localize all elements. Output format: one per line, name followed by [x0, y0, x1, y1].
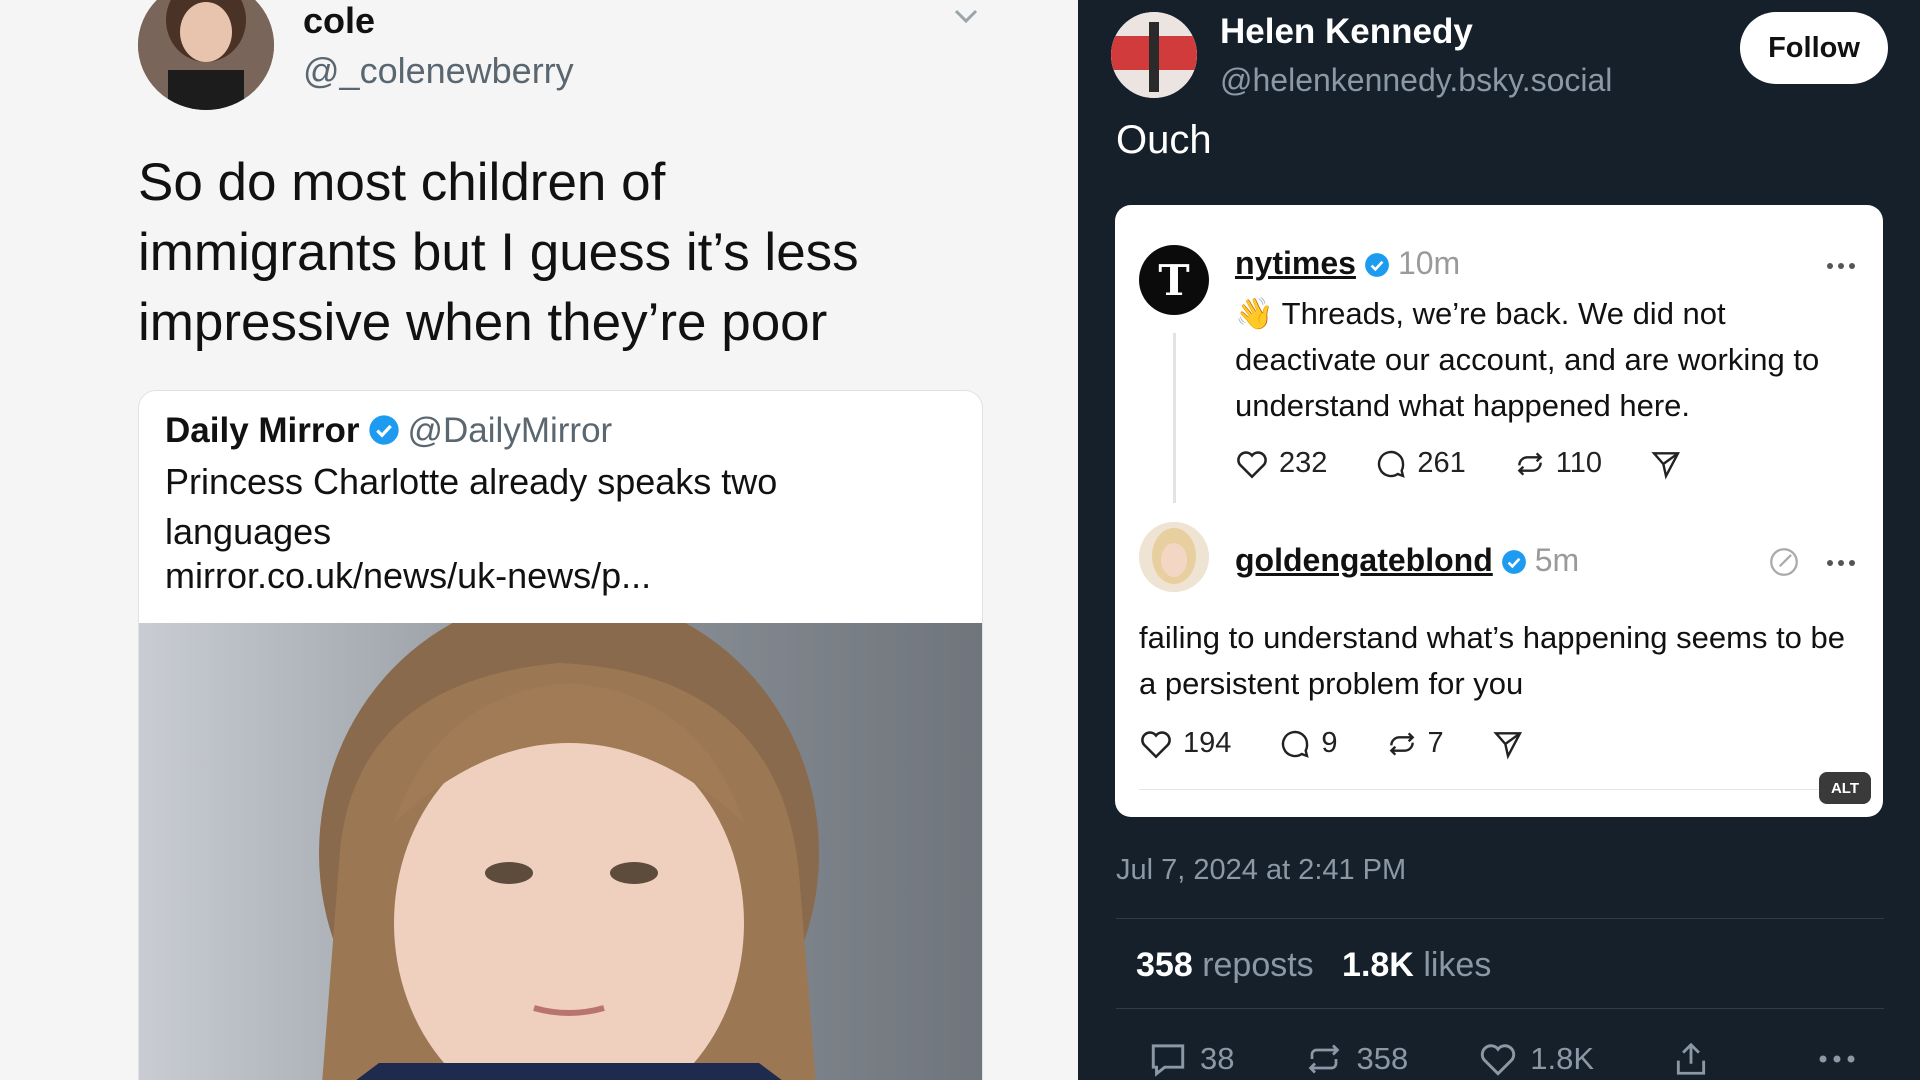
post-action-bar: 38 358 1.8K [1148, 1040, 1868, 1078]
post1-share [1650, 448, 1692, 480]
reposts-count[interactable]: 358 [1136, 946, 1193, 984]
waving-hand-emoji: 👋 [1235, 296, 1274, 331]
post2-repost: 7 [1386, 727, 1444, 760]
heart-icon [1237, 450, 1267, 479]
post2-repost-count: 7 [1427, 727, 1444, 759]
post1-like: 232 [1235, 447, 1327, 480]
like-count: 1.8K [1530, 1041, 1594, 1076]
tweet-text: So do most children of immigrants but I … [138, 153, 859, 352]
chevron-down-icon[interactable] [952, 2, 980, 30]
quoted-tweet-link[interactable]: mirror.co.uk/news/uk-news/p... [165, 555, 651, 597]
reply-count: 38 [1200, 1041, 1235, 1076]
post2-reply-count: 9 [1321, 727, 1338, 759]
post2-text: failing to understand what’s happening s… [1139, 620, 1846, 701]
post2-share [1492, 728, 1534, 760]
share-icon [1493, 731, 1522, 759]
quoted-tweet-photo[interactable] [139, 623, 982, 1080]
tweet-author-handle[interactable]: @_colenewberry [303, 50, 574, 92]
post1-time: 10m [1397, 245, 1461, 281]
post-text: Ouch [1116, 118, 1212, 162]
post-stats: 358 reposts 1.8K likes [1136, 946, 1491, 985]
verified-badge-icon [1501, 550, 1526, 574]
post1-reply-count: 261 [1417, 447, 1466, 479]
reposts-label[interactable]: reposts [1202, 946, 1314, 984]
likes-label[interactable]: likes [1423, 946, 1491, 984]
post-timestamp: Jul 7, 2024 at 2:41 PM [1116, 854, 1407, 886]
post1-repost-count: 110 [1555, 447, 1603, 479]
quoted-tweet-header: Daily Mirror @DailyMirror [165, 411, 612, 451]
post2-like: 194 [1139, 727, 1231, 760]
post1-reply: 261 [1375, 447, 1466, 480]
quoted-tweet-text: Princess Charlotte already speaks two la… [165, 461, 778, 552]
twitter-screenshot: cole @_colenewberry So do most children … [0, 0, 1078, 1080]
post1-body: Threads, we’re back. We did not deactiva… [1235, 296, 1820, 423]
tweet-author-name[interactable]: cole [303, 0, 375, 42]
post2-username: goldengateblond [1235, 542, 1493, 578]
post-author-handle[interactable]: @helenkennedy.bsky.social [1220, 62, 1612, 99]
follow-button[interactable]: Follow [1740, 12, 1888, 84]
quoted-author-name: Daily Mirror [165, 411, 360, 450]
post2-reply: 9 [1279, 727, 1338, 760]
comment-icon [1378, 450, 1406, 478]
stats-divider-top [1116, 918, 1884, 919]
comment-icon [1151, 1044, 1185, 1077]
post2-like-count: 194 [1183, 727, 1232, 759]
more-icon [1819, 1055, 1855, 1063]
edit-icon [1770, 548, 1798, 576]
more-options-button[interactable] [1818, 1054, 1868, 1064]
stats-divider-bottom [1116, 1008, 1884, 1009]
post2-actions: 194 9 7 [1139, 727, 1582, 760]
cole-avatar[interactable] [138, 0, 274, 110]
post-author-name[interactable]: Helen Kennedy [1220, 12, 1473, 52]
verified-badge-icon [368, 415, 399, 445]
quoted-tweet[interactable]: Daily Mirror @DailyMirror Princess Charlo… [138, 390, 983, 1080]
goldengateblond-avatar [1139, 522, 1209, 592]
post1-repost: 110 [1514, 447, 1602, 480]
embedded-threads-screenshot[interactable]: T nytimes 10m 👋 Threads, we’re back. We d… [1115, 205, 1883, 817]
post1-actions: 232 261 110 [1235, 447, 1740, 480]
share-icon [1651, 451, 1681, 479]
like-button[interactable]: 1.8K [1478, 1041, 1594, 1077]
quoted-author-handle: @DailyMirror [407, 411, 613, 450]
threads-post1-header: nytimes 10m [1235, 245, 1460, 282]
comment-icon [1282, 730, 1310, 758]
heart-icon [1481, 1044, 1516, 1076]
bluesky-post: Helen Kennedy @helenkennedy.bsky.social … [1078, 0, 1920, 1080]
threads-post2-header: goldengateblond 5m [1235, 542, 1579, 579]
post1-like-count: 232 [1279, 447, 1328, 479]
repost-button[interactable]: 358 [1304, 1041, 1408, 1077]
likes-count[interactable]: 1.8K [1342, 946, 1414, 984]
heart-icon [1141, 730, 1171, 759]
thread-line [1173, 333, 1176, 503]
post2-time: 5m [1534, 542, 1580, 578]
post1-text: 👋 Threads, we’re back. We did not deacti… [1235, 291, 1855, 429]
share-button[interactable] [1672, 1040, 1722, 1078]
repost-count: 358 [1356, 1041, 1409, 1076]
nytimes-avatar: T [1139, 245, 1209, 315]
repost-icon [1517, 451, 1543, 476]
share-icon [1676, 1042, 1706, 1075]
more-icon [1827, 560, 1855, 566]
helen-kennedy-avatar[interactable] [1111, 12, 1197, 98]
reply-button[interactable]: 38 [1148, 1041, 1234, 1077]
verified-badge-icon [1365, 253, 1389, 277]
card-divider [1139, 789, 1859, 790]
more-icon [1827, 263, 1855, 269]
repost-icon [1389, 731, 1414, 756]
repost-icon [1309, 1044, 1340, 1074]
alt-text-badge[interactable]: ALT [1819, 772, 1871, 804]
post1-username: nytimes [1235, 245, 1356, 281]
